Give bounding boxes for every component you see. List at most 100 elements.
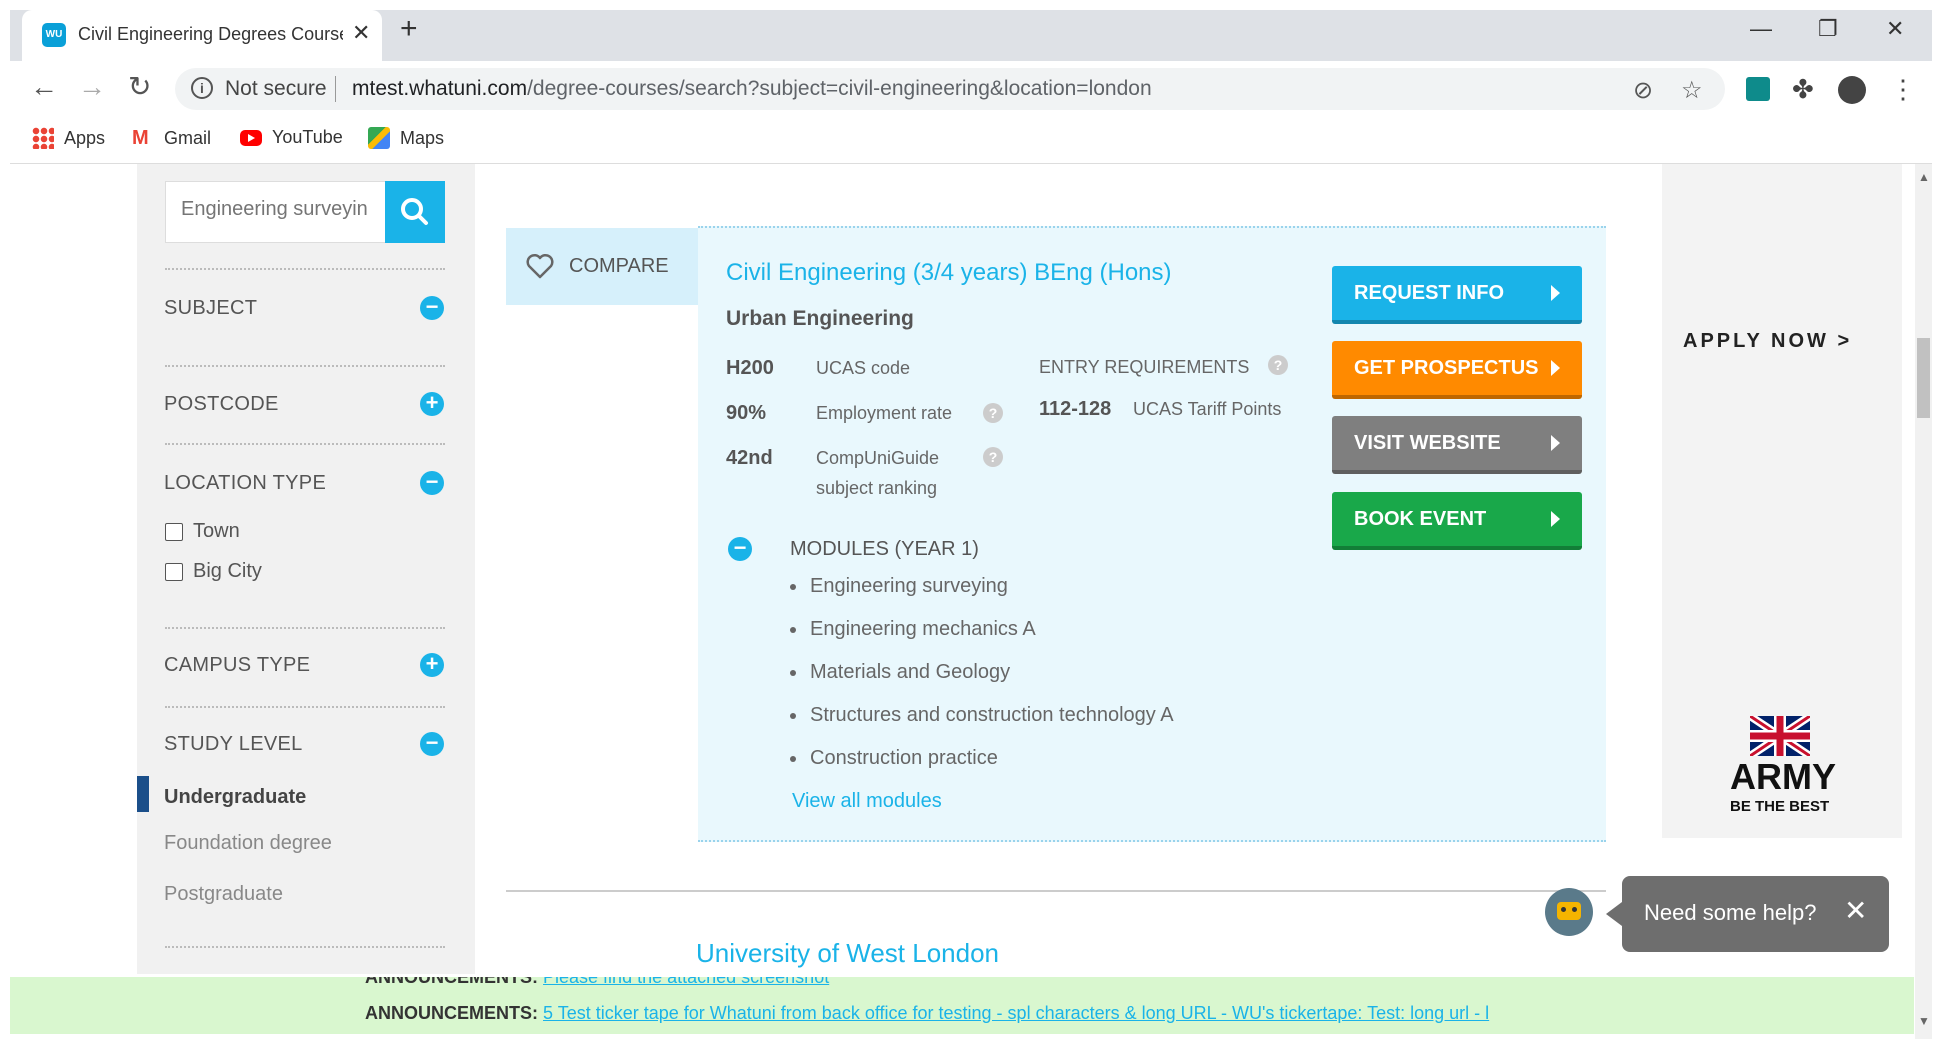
filter-campus-type-label[interactable]: CAMPUS TYPE: [164, 654, 310, 677]
help-bubble-tail: [1606, 902, 1622, 926]
ticker-row[interactable]: ANNOUNCEMENTS: Please find the attached …: [365, 977, 829, 988]
info-icon[interactable]: i: [191, 77, 213, 99]
help-close-icon[interactable]: ✕: [1844, 894, 1867, 927]
expand-icon[interactable]: +: [420, 653, 444, 677]
ticker-text[interactable]: Please find the attached screenshot: [543, 977, 829, 987]
union-flag-icon: [1750, 716, 1810, 756]
checkbox[interactable]: [165, 522, 183, 541]
browser-tab[interactable]: WU Civil Engineering Degrees Course ✕: [22, 10, 382, 61]
ranking-value: 42nd: [726, 447, 773, 469]
modules-collapse-icon[interactable]: −: [728, 537, 752, 561]
employment-rate-value: 90%: [726, 402, 767, 424]
bookmark-youtube[interactable]: YouTube: [240, 127, 343, 148]
reload-icon[interactable]: ↻: [128, 73, 151, 101]
ad-apply-now[interactable]: APPLY NOW >: [1683, 330, 1852, 353]
bullet: [790, 627, 796, 633]
chatbot-robot-icon[interactable]: [1545, 888, 1593, 936]
window-close-icon[interactable]: ✕: [1886, 16, 1904, 42]
bookmark-label: YouTube: [272, 127, 343, 147]
whatuni-favicon-icon: WU: [42, 23, 66, 47]
filter-postcode-label[interactable]: POSTCODE: [164, 393, 279, 416]
filter-subject-label[interactable]: SUBJECT: [164, 297, 257, 320]
url-host: mtest.whatuni.com: [352, 77, 528, 100]
ticker-text[interactable]: 5 Test ticker tape for Whatuni from back…: [543, 1003, 1489, 1023]
ad-tagline: BE THE BEST: [1730, 798, 1830, 815]
back-icon[interactable]: ←: [30, 73, 58, 101]
army-advert[interactable]: APPLY NOW > ARMY BE THE BEST: [1662, 164, 1902, 838]
forward-icon[interactable]: →: [78, 73, 106, 101]
page-scrollbar[interactable]: [1915, 164, 1932, 1039]
collapse-icon[interactable]: −: [420, 732, 444, 756]
module-item: Materials and Geology: [810, 661, 1011, 683]
extension-icon[interactable]: [1746, 77, 1770, 101]
entry-tariff-label: UCAS Tariff Points: [1133, 399, 1282, 419]
ranking-label-line2: subject ranking: [816, 478, 938, 498]
ticker-row[interactable]: ANNOUNCEMENTS: 5 Test ticker tape for Wh…: [365, 1003, 1489, 1024]
help-question-icon[interactable]: ?: [1268, 355, 1288, 375]
menu-kebab-icon[interactable]: ⋮: [1890, 74, 1916, 105]
search-button[interactable]: [385, 181, 445, 243]
option-label: Town: [193, 520, 240, 542]
bookmark-star-icon[interactable]: ☆: [1681, 76, 1703, 105]
filter-study-level-label[interactable]: STUDY LEVEL: [164, 733, 303, 756]
entry-requirements-heading: ENTRY REQUIREMENTS: [1039, 357, 1250, 377]
module-item: Engineering mechanics A: [810, 618, 1036, 640]
address-bar[interactable]: i Not secure mtest.whatuni.com/degree-co…: [175, 68, 1725, 110]
collapse-icon[interactable]: −: [420, 471, 444, 495]
bookmark-maps[interactable]: Maps: [368, 127, 444, 149]
course-title-link[interactable]: Civil Engineering (3/4 years) BEng (Hons…: [726, 259, 1172, 287]
help-question-icon[interactable]: ?: [983, 403, 1003, 423]
location-option-town[interactable]: Town: [165, 520, 240, 543]
subject-search-input[interactable]: [181, 198, 381, 221]
heart-icon: [526, 253, 554, 279]
bookmark-label: Maps: [400, 127, 445, 148]
profile-icon[interactable]: [1838, 76, 1866, 104]
bookmarks-bar: Apps M Gmail YouTube Maps: [10, 119, 1932, 164]
url-text[interactable]: mtest.whatuni.com/degree-courses/search?…: [352, 77, 1152, 101]
help-text: Need some help?: [1644, 900, 1817, 925]
ranking-label-line1: CompUniGuide: [816, 448, 940, 468]
book-event-button[interactable]: BOOK EVENT: [1332, 492, 1582, 550]
visit-website-button[interactable]: VISIT WEBSITE: [1332, 416, 1582, 474]
next-university-link[interactable]: University of West London: [696, 938, 999, 969]
study-level-postgraduate[interactable]: Postgraduate: [164, 883, 283, 906]
scroll-down-icon[interactable]: ▼: [1918, 1014, 1930, 1028]
sidebar-divider: [165, 365, 445, 367]
request-info-button[interactable]: REQUEST INFO: [1332, 266, 1582, 324]
bookmark-apps[interactable]: Apps: [32, 127, 105, 149]
compare-toggle[interactable]: COMPARE: [506, 228, 698, 305]
omnibox-separator: [335, 76, 336, 102]
bullet: [790, 756, 796, 762]
get-prospectus-button[interactable]: GET PROSPECTUS: [1332, 341, 1582, 399]
view-all-modules-link[interactable]: View all modules: [792, 790, 942, 813]
scrollbar-thumb[interactable]: [1917, 338, 1930, 418]
location-option-big-city[interactable]: Big City: [165, 560, 262, 583]
help-question-icon[interactable]: ?: [983, 447, 1003, 467]
minimize-icon[interactable]: —: [1750, 16, 1772, 42]
sidebar-divider: [165, 627, 445, 629]
course-subtitle: Urban Engineering: [726, 307, 914, 330]
ad-brand: ARMY: [1730, 756, 1836, 797]
study-level-undergraduate[interactable]: Undergraduate: [164, 786, 306, 809]
button-label: VISIT WEBSITE: [1354, 431, 1501, 454]
subject-search-box[interactable]: [165, 181, 395, 243]
sidebar-divider: [165, 443, 445, 445]
filter-location-type-label[interactable]: LOCATION TYPE: [164, 472, 326, 495]
ticker-label: ANNOUNCEMENTS:: [365, 977, 538, 987]
expand-icon[interactable]: +: [420, 392, 444, 416]
new-tab-button[interactable]: +: [400, 14, 418, 44]
sidebar-divider: [165, 268, 445, 270]
help-bubble[interactable]: Need some help? ✕: [1622, 876, 1889, 952]
restore-icon[interactable]: ❐: [1818, 16, 1838, 42]
bookmark-gmail[interactable]: M Gmail: [132, 127, 211, 149]
tracking-blocked-icon[interactable]: ⊘: [1633, 76, 1653, 105]
checkbox[interactable]: [165, 562, 183, 581]
selected-level-marker: [137, 776, 149, 812]
tab-title: Civil Engineering Degrees Course: [78, 24, 343, 44]
module-item: Structures and construction technology A: [810, 704, 1174, 726]
tab-close-icon[interactable]: ✕: [352, 20, 370, 46]
study-level-foundation[interactable]: Foundation degree: [164, 832, 332, 855]
scroll-up-icon[interactable]: ▲: [1918, 170, 1930, 184]
collapse-icon[interactable]: −: [420, 296, 444, 320]
extensions-puzzle-icon[interactable]: ✤: [1792, 74, 1814, 105]
